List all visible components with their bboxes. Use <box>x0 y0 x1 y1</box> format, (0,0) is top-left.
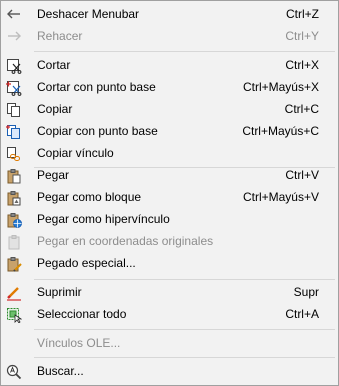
menu-item-shortcut: Ctrl+Z <box>286 7 319 21</box>
menu-item-label: Cortar con punto base <box>37 80 156 94</box>
menu-item-shortcut: Ctrl+Y <box>285 29 319 43</box>
menu-item-select-all[interactable]: Seleccionar todo Ctrl+A <box>2 304 337 326</box>
menu-item-label: Rehacer <box>37 29 83 43</box>
menu-item-paste-original-coords[interactable]: Pegar en coordenadas originales <box>2 231 337 253</box>
menu-item-shortcut: Supr <box>293 285 319 299</box>
copy-link-icon <box>6 146 22 162</box>
menu-item-paste[interactable]: Pegar Ctrl+V <box>2 165 337 187</box>
menu-item-cut-basepoint[interactable]: Cortar con punto base Ctrl+Mayús+X <box>2 77 337 99</box>
erase-icon <box>6 285 22 301</box>
menu-item-label: Pegar como bloque <box>37 190 142 204</box>
paste-icon <box>6 168 22 184</box>
copy-icon <box>6 102 22 118</box>
menu-item-label: Pegado especial... <box>37 256 136 270</box>
undo-icon <box>6 7 22 23</box>
paste-hyperlink-icon <box>6 212 22 228</box>
menu-item-redo[interactable]: Rehacer Ctrl+Y <box>2 26 337 48</box>
menu-item-shortcut: Ctrl+Mayús+C <box>242 124 319 138</box>
find-icon <box>6 364 22 380</box>
menu-item-shortcut: Ctrl+X <box>285 58 319 72</box>
menu-item-copy-basepoint[interactable]: Copiar con punto base Ctrl+Mayús+C <box>2 121 337 143</box>
menu-item-shortcut: Ctrl+Mayús+X <box>242 80 319 94</box>
menu-item-label: Buscar... <box>37 364 84 378</box>
paste-special-icon <box>6 256 22 272</box>
menu-separator <box>34 279 335 280</box>
menu-item-label: Pegar en coordenadas originales <box>37 234 214 248</box>
menu-item-label: Copiar con punto base <box>37 124 158 138</box>
menu-item-label: Suprimir <box>37 285 82 299</box>
menu-item-label: Cortar <box>37 58 71 72</box>
menu-item-undo[interactable]: Deshacer Menubar Ctrl+Z <box>2 4 337 26</box>
menu-item-shortcut: Ctrl+Mayús+V <box>242 190 319 204</box>
cut-basepoint-icon <box>6 80 22 96</box>
edit-context-menu: Deshacer Menubar Ctrl+Z Rehacer Ctrl+Y C… <box>0 0 339 386</box>
paste-original-coords-icon <box>6 234 22 250</box>
menu-separator <box>34 51 335 52</box>
menu-item-delete[interactable]: Suprimir Supr <box>2 282 337 304</box>
menu-item-ole-links[interactable]: Vínculos OLE... <box>2 333 337 355</box>
menu-item-find[interactable]: Buscar... <box>2 361 337 383</box>
menu-item-label: Vínculos OLE... <box>37 336 121 350</box>
select-all-icon <box>6 307 23 324</box>
copy-basepoint-icon <box>6 124 22 140</box>
paste-block-icon <box>6 190 22 206</box>
menu-item-copy[interactable]: Copiar Ctrl+C <box>2 99 337 121</box>
menu-item-label: Seleccionar todo <box>37 307 127 321</box>
redo-icon <box>6 29 22 45</box>
menu-item-label: Pegar <box>37 168 70 182</box>
menu-item-shortcut: Ctrl+A <box>285 307 319 321</box>
menu-item-cut[interactable]: Cortar Ctrl+X <box>2 55 337 77</box>
menu-item-shortcut: Ctrl+V <box>285 168 319 182</box>
menu-item-shortcut: Ctrl+C <box>284 102 319 116</box>
menu-item-copy-link[interactable]: Copiar vínculo <box>2 143 337 165</box>
menu-item-label: Copiar <box>37 102 73 116</box>
menu-item-paste-as-hyperlink[interactable]: Pegar como hipervínculo <box>2 209 337 231</box>
cut-icon <box>6 58 22 74</box>
menu-item-label: Pegar como hipervínculo <box>37 212 170 226</box>
menu-item-label: Copiar vínculo <box>37 146 114 160</box>
menu-separator <box>34 357 335 358</box>
menu-item-label: Deshacer Menubar <box>37 7 140 21</box>
menu-item-paste-as-block[interactable]: Pegar como bloque Ctrl+Mayús+V <box>2 187 337 209</box>
menu-separator <box>34 329 335 330</box>
menu-item-paste-special[interactable]: Pegado especial... <box>2 253 337 275</box>
